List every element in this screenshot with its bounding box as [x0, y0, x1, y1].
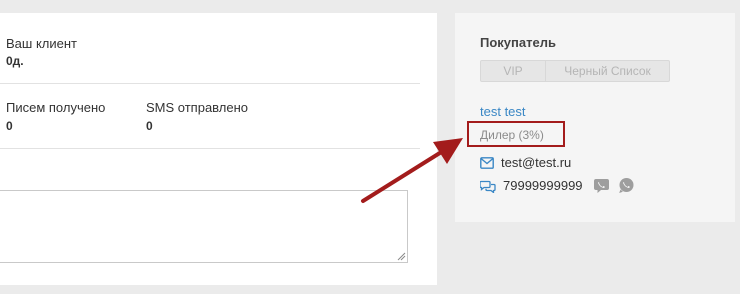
notes-textarea[interactable] [0, 190, 408, 263]
emails-received-label: Писем получено [6, 100, 106, 115]
emails-received-value: 0 [6, 119, 13, 133]
discount-group-label: Дилер (3%) [480, 128, 544, 142]
buyer-title: Покупатель [480, 35, 556, 50]
email-value: test@test.ru [501, 155, 572, 170]
buyer-status-toggle: VIP Черный Список [480, 60, 670, 82]
whatsapp-icon[interactable] [618, 177, 635, 194]
envelope-icon [480, 157, 494, 169]
client-since-label: Ваш клиент [6, 36, 77, 51]
resize-grip-icon[interactable] [397, 252, 406, 261]
divider [0, 148, 420, 149]
client-since-value: 0д. [6, 54, 24, 68]
phone-value: 79999999999 [503, 178, 583, 193]
buyer-panel: Покупатель VIP Черный Список test test Д… [455, 13, 735, 222]
client-stats-panel: Ваш клиент 0д. Писем получено 0 SMS отпр… [0, 13, 437, 285]
client-name-link[interactable]: test test [480, 104, 526, 119]
chat-bubbles-icon [480, 180, 496, 193]
viber-icon[interactable] [593, 177, 610, 194]
sms-sent-value: 0 [146, 119, 153, 133]
sms-sent-label: SMS отправлено [146, 100, 249, 115]
vip-button[interactable]: VIP [480, 60, 546, 82]
blacklist-button[interactable]: Черный Список [546, 60, 670, 82]
divider [0, 83, 420, 84]
